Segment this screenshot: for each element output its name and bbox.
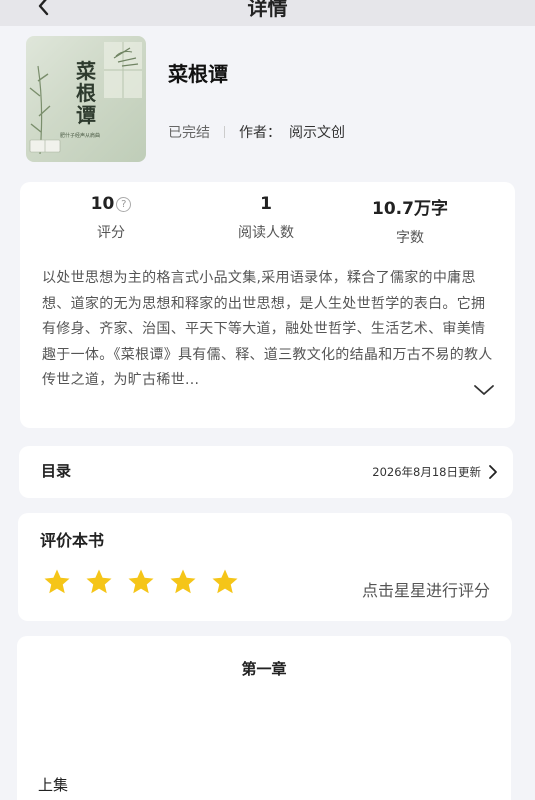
star-icon[interactable] [168, 567, 198, 597]
meta-divider [224, 126, 225, 138]
cover-subtitle: 肥什子经声从肩曲 [60, 133, 101, 139]
star-rating[interactable] [42, 567, 252, 597]
toc-label: 目录 [41, 462, 72, 480]
words-value: 10.7万字 [372, 199, 448, 219]
chapter-card[interactable]: 第一章 [17, 636, 511, 800]
book-cover[interactable]: 菜根谭 肥什子经声从肩曲 [26, 36, 146, 162]
star-icon[interactable] [42, 567, 72, 597]
book-info-card: 10? 评分 1 阅读人数 10.7万字 字数 以处世思想为主的格言式小品文集,… [20, 182, 515, 428]
cover-title: 菜根谭 [76, 59, 96, 127]
rating-label: 评分 [97, 225, 125, 241]
table-of-contents-row[interactable]: 目录 2026年8月18日更新 [19, 446, 513, 498]
stat-rating: 10? 评分 [76, 194, 146, 242]
rating-value: 10 [90, 194, 115, 214]
top-bar: 详情 [0, 0, 535, 26]
chevron-right-icon [489, 465, 497, 479]
page-title: 详情 [247, 0, 288, 20]
book-meta: 已完结 作者： 阅示文创 [168, 122, 345, 142]
author-label: 作者： [239, 125, 281, 141]
question-icon[interactable]: ? [116, 196, 132, 212]
star-icon[interactable] [210, 567, 240, 597]
rate-title: 评价本书 [40, 531, 105, 550]
rate-book-card: 评价本书 点击星星进行评分 [18, 513, 512, 621]
stat-words: 10.7万字 字数 [360, 194, 460, 247]
readers-value: 1 [260, 194, 272, 214]
stat-readers: 1 阅读人数 [216, 194, 316, 242]
words-label: 字数 [396, 230, 424, 246]
book-title: 菜根谭 [168, 62, 228, 86]
toc-update-date: 2026年8月18日更新 [372, 465, 481, 479]
previous-episode-label[interactable]: 上集 [38, 774, 68, 795]
readers-label: 阅读人数 [238, 225, 294, 241]
star-icon[interactable] [84, 567, 114, 597]
chevron-down-icon[interactable] [473, 382, 495, 398]
rate-hint: 点击星星进行评分 [361, 581, 490, 600]
status-badge: 已完结 [168, 125, 210, 141]
description-fade [389, 370, 469, 396]
chapter-title: 第一章 [241, 660, 287, 678]
author-name[interactable]: 阅示文创 [289, 122, 345, 142]
star-icon[interactable] [126, 567, 156, 597]
book-header: 菜根谭 肥什子经声从肩曲 菜根谭 已完结 作者： 阅示文创 [0, 26, 535, 186]
